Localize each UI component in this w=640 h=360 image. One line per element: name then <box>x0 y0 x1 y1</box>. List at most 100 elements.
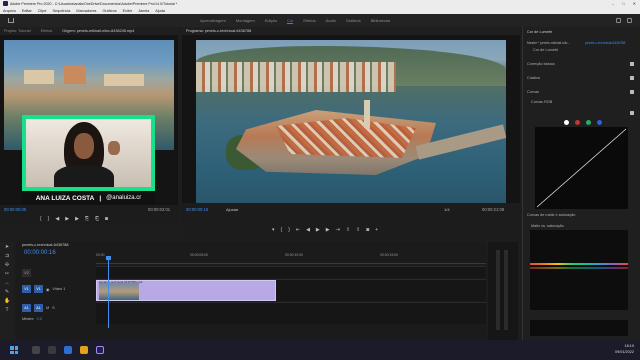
workspace-tab-efeitos[interactable]: Efeitos <box>303 18 315 24</box>
section-curves[interactable]: Curvas <box>527 90 539 94</box>
tab-origem[interactable]: Origem: pexels-mikhail-nilov-8436245.mp4 <box>62 29 134 33</box>
menu-marcadores[interactable]: Marcadores <box>76 9 96 13</box>
menu-arquivo[interactable]: Arquivo <box>3 9 16 13</box>
track-v2-area[interactable] <box>96 266 486 278</box>
selection-tool-icon[interactable]: ➤ <box>4 244 10 250</box>
edge-icon[interactable] <box>64 346 72 354</box>
workspace-tab-edicao[interactable]: Edição <box>265 18 277 24</box>
insert-icon[interactable]: ⎘ <box>85 216 89 222</box>
workspace-tab-bibliotecas[interactable]: Bibliotecas <box>371 18 390 24</box>
menu-janela[interactable]: Janela <box>138 9 149 13</box>
curve-channel-green[interactable] <box>586 120 591 125</box>
go-in-icon[interactable]: ⇤ <box>296 227 300 233</box>
eye-icon[interactable]: ◉ <box>46 287 49 292</box>
curve-channel-red[interactable] <box>575 120 580 125</box>
fit-dropdown[interactable]: Ajustar <box>226 207 238 212</box>
minimize-icon[interactable]: – <box>612 1 614 6</box>
hue-vs-hue-graph[interactable] <box>530 320 628 336</box>
workspace-tab-graficos[interactable]: Gráficos <box>346 18 361 24</box>
mark-out-icon[interactable]: } <box>288 227 290 233</box>
section-basic-correction[interactable]: Correção básica <box>527 62 555 66</box>
timeline-ruler[interactable]: 00:00 00:00:05:00 00:00:10:00 00:00:15:0… <box>96 252 486 264</box>
lumetri-master-label[interactable]: Mestre * pexels-mikhail-nilo... <box>527 41 570 45</box>
type-tool-icon[interactable]: T <box>4 307 10 313</box>
lift-icon[interactable]: ⇧ <box>346 227 350 233</box>
step-back-icon[interactable]: ◀ <box>55 216 59 222</box>
menu-sequencia[interactable]: Sequência <box>52 9 70 13</box>
workspace-tab-aprendizagem[interactable]: Aprendizagem <box>200 18 226 24</box>
checkbox-curves[interactable] <box>630 90 634 94</box>
mark-in-icon[interactable]: { <box>281 227 283 233</box>
camera-icon[interactable]: ◙ <box>366 227 369 233</box>
windows-start-icon[interactable] <box>10 346 18 354</box>
lumetri-sequence-label[interactable]: pexels-c-technical-6436788 <box>585 41 625 45</box>
video-clip[interactable]: pexels-c-technical-6436788.mp4 <box>96 280 276 301</box>
track-a1-label[interactable]: A1 <box>34 304 43 312</box>
hand-icon[interactable]: ✋ <box>4 298 10 304</box>
mark-out-icon[interactable]: } <box>48 216 50 222</box>
track-v1-label[interactable]: V1 <box>34 285 43 293</box>
step-forward-icon[interactable]: ▶ <box>75 216 79 222</box>
share-icon[interactable] <box>616 18 621 23</box>
menu-ajuda[interactable]: Ajuda <box>155 9 165 13</box>
task-view-icon[interactable] <box>48 346 56 354</box>
extract-icon[interactable]: ⇪ <box>356 227 360 233</box>
checkbox-creative[interactable] <box>630 76 634 80</box>
clock-date[interactable]: 09/01/2022 <box>615 349 634 355</box>
solo-icon[interactable]: S <box>52 306 55 310</box>
track-select-icon[interactable]: ⇉ <box>4 253 10 259</box>
menu-graficos[interactable]: Gráficos <box>102 9 116 13</box>
master-value[interactable]: 0,0 <box>37 317 42 321</box>
close-icon[interactable]: ✕ <box>633 1 636 6</box>
hue-vs-sat-graph[interactable] <box>530 230 628 310</box>
track-a1-area[interactable] <box>96 302 486 324</box>
playhead-line[interactable] <box>108 258 109 328</box>
slip-tool-icon[interactable]: ↔ <box>4 280 10 286</box>
track-v1-source[interactable]: V1 <box>22 285 31 293</box>
section-creative[interactable]: Criativa <box>527 76 540 80</box>
home-icon[interactable] <box>8 18 14 23</box>
resolution-fraction[interactable]: 1/4 <box>444 207 450 212</box>
add-button-icon[interactable]: + <box>375 227 378 233</box>
razor-icon[interactable]: ✂ <box>4 271 10 277</box>
tab-projeto[interactable]: Projeto: Tutorial <box>4 29 31 33</box>
tab-programa[interactable]: Programa: pexels-c-technical-6436788 <box>186 29 251 33</box>
timeline-sequence-tab[interactable]: pexels-c-technical-6436788 <box>22 243 68 247</box>
mute-icon[interactable]: M <box>46 306 49 310</box>
workspace-tab-montagem[interactable]: Montagem <box>236 18 255 24</box>
play-icon[interactable]: ▶ <box>316 227 320 233</box>
go-out-icon[interactable]: ⇥ <box>336 227 340 233</box>
timeline-timecode[interactable]: 00:00:00:16 <box>24 250 56 256</box>
search-icon[interactable] <box>32 346 40 354</box>
mark-in-icon[interactable]: { <box>40 216 42 222</box>
workspace-tab-cor[interactable]: Cor <box>286 18 294 24</box>
menu-editar[interactable]: Editar <box>22 9 32 13</box>
checkbox-basic-correction[interactable] <box>630 62 634 66</box>
maximize-icon[interactable]: □ <box>622 1 624 6</box>
premiere-taskbar-icon[interactable] <box>96 346 104 354</box>
pen-icon[interactable]: ✎ <box>4 289 10 295</box>
step-back-icon[interactable]: ◀ <box>306 227 310 233</box>
menu-clipe[interactable]: Clipe <box>38 9 47 13</box>
camera-icon[interactable]: ◙ <box>105 216 108 222</box>
step-forward-icon[interactable]: ▶ <box>326 227 330 233</box>
source-timecode-current[interactable]: 00:00:00:00 <box>4 207 26 212</box>
file-explorer-icon[interactable] <box>80 346 88 354</box>
ripple-edit-icon[interactable]: ✣ <box>4 262 10 268</box>
marker-icon[interactable]: ▾ <box>272 227 275 233</box>
workspace-tab-audio[interactable]: Áudio <box>326 18 336 24</box>
track-a1-source[interactable]: A1 <box>22 304 31 312</box>
rgb-curve-graph[interactable] <box>535 127 628 209</box>
menu-exibir[interactable]: Exibir <box>123 9 133 13</box>
checkbox-curves-rgb[interactable] <box>630 111 634 115</box>
tab-efeitos[interactable]: Efeitos <box>41 29 53 33</box>
program-timecode-current[interactable]: 00:00:00:16 <box>186 207 208 212</box>
curve-channel-white[interactable] <box>564 120 569 125</box>
system-tray: 18:19 09/01/2022 <box>615 343 634 355</box>
lumetri-tab[interactable]: Cor de Lumetri <box>527 30 552 34</box>
play-icon[interactable]: ▶ <box>65 216 69 222</box>
fullscreen-icon[interactable] <box>627 18 632 23</box>
track-v2-label[interactable]: V2 <box>22 269 31 277</box>
overwrite-icon[interactable]: ⎗ <box>95 216 99 222</box>
curve-channel-blue[interactable] <box>597 120 602 125</box>
